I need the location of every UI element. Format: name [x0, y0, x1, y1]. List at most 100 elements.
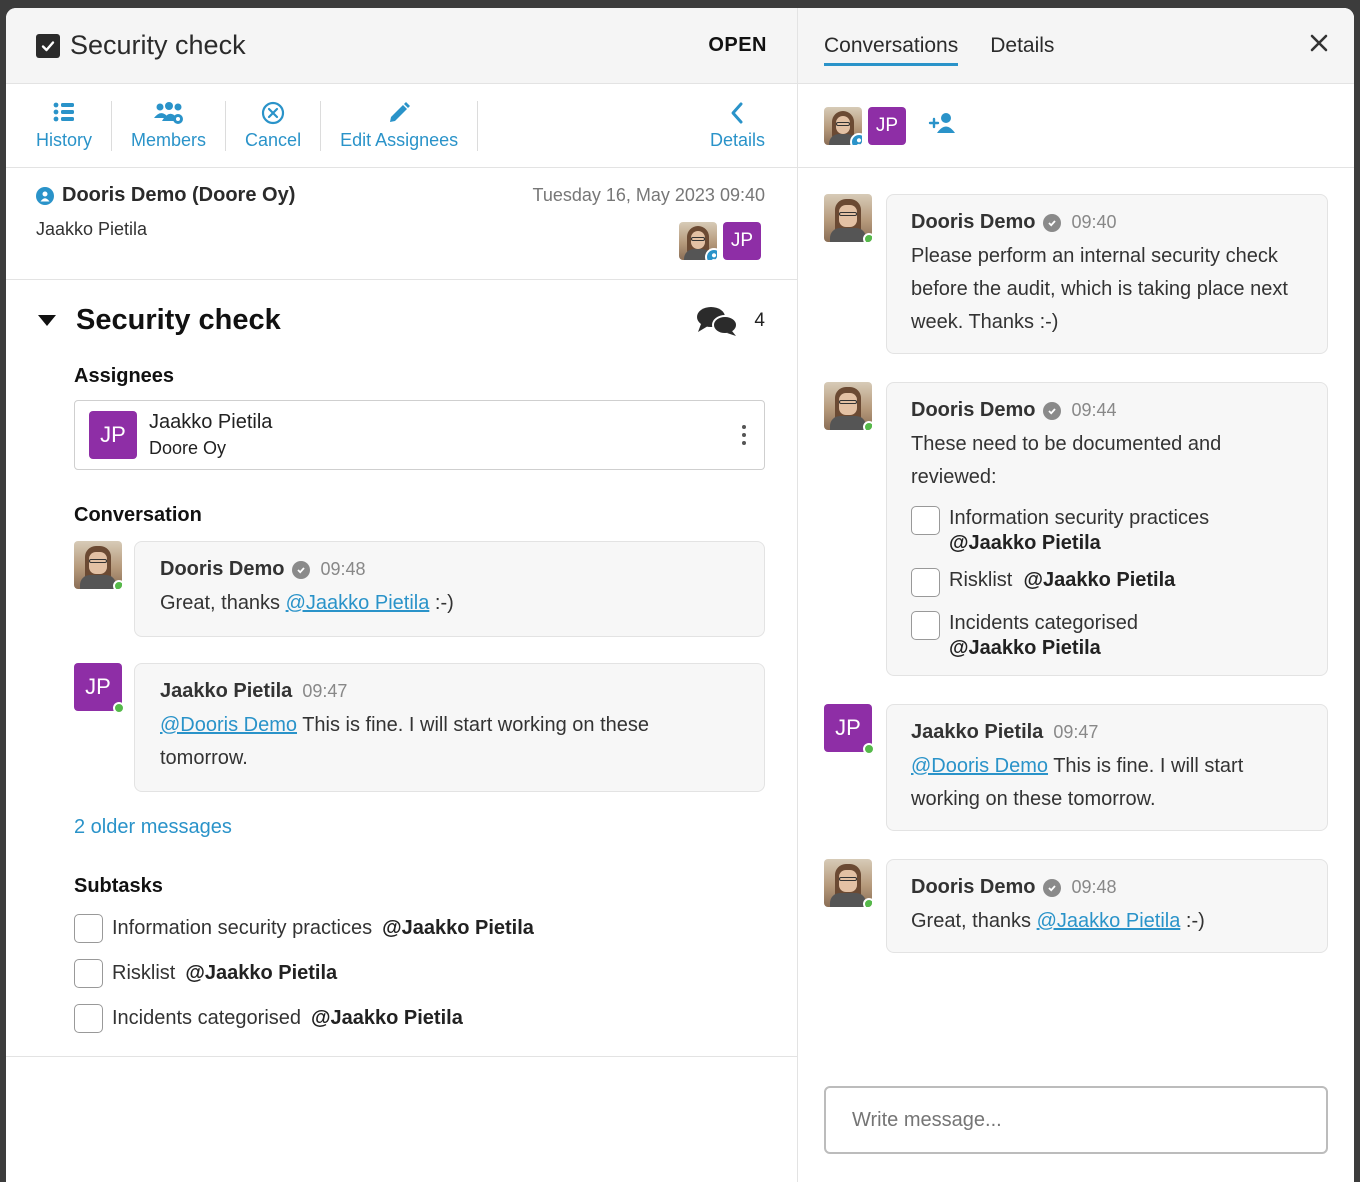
message-time: 09:47 — [1053, 722, 1099, 742]
more-options-icon[interactable] — [738, 421, 750, 449]
message-input[interactable] — [824, 1086, 1328, 1154]
mention-link[interactable]: @Jaakko Pietila — [286, 592, 430, 614]
subtask-mention: @Jaakko Pietila — [311, 1007, 463, 1029]
subtask-label: Risklist — [949, 569, 1013, 591]
comment-count: 4 — [754, 309, 765, 331]
subtask-item: Incidents categorised @Jaakko Pietila — [911, 611, 1303, 661]
subtask-checkbox[interactable] — [74, 914, 103, 943]
subtask-checkbox[interactable] — [911, 568, 940, 597]
task-title: Security check — [70, 30, 246, 60]
tab-conversations[interactable]: Conversations — [824, 28, 959, 66]
message-item: Dooris Demo 09:40 Please perform an inte… — [824, 194, 1328, 354]
avatar-jp[interactable]: JP — [74, 663, 125, 714]
members-label: Members — [131, 129, 207, 150]
message-bubble: Dooris Demo 09:40 Please perform an inte… — [886, 194, 1328, 354]
message-text: @Dooris Demo This is fine. I will start … — [160, 714, 650, 769]
user-role-icon — [705, 248, 717, 260]
collapse-caret-icon[interactable] — [38, 315, 56, 326]
conversation-header: Conversations Details — [798, 8, 1354, 84]
mention-link[interactable]: @Dooris Demo — [160, 714, 297, 736]
comments-icon — [697, 306, 739, 336]
message-text: @Dooris Demo This is fine. I will start … — [911, 755, 1244, 810]
conversation-members: JP — [798, 84, 1354, 168]
subtask-item: Information security practices @Jaakko Pi… — [911, 506, 1303, 556]
avatar-dooris[interactable] — [824, 194, 872, 242]
message-author: Dooris Demo — [911, 399, 1036, 421]
message-author: Dooris Demo — [911, 876, 1036, 898]
online-status-icon — [863, 898, 872, 907]
task-window: Security check OPEN History Members Canc… — [6, 8, 1354, 1182]
subtask-item: Risklist @Jaakko Pietila — [911, 568, 1303, 597]
status-badge: OPEN — [708, 34, 767, 56]
message-time: 09:47 — [302, 681, 348, 701]
message-time: 09:48 — [1071, 877, 1117, 897]
tab-details[interactable]: Details — [990, 28, 1054, 64]
mention-link[interactable]: @Dooris Demo — [911, 755, 1048, 777]
message-item: Dooris Demo 09:48 Great, thanks @Jaakko … — [74, 541, 765, 637]
message-item: JP Jaakko Pietila 09:47 @Dooris Demo Thi… — [824, 704, 1328, 831]
task-panel: Security check OPEN History Members Canc… — [6, 8, 798, 1182]
users-gear-icon — [153, 101, 183, 124]
avatar-jp[interactable]: JP — [824, 704, 875, 755]
older-messages-link[interactable]: 2 older messages — [74, 816, 765, 839]
edit-assignees-button[interactable]: Edit Assignees — [321, 100, 479, 151]
message-item: Dooris Demo 09:48 Great, thanks @Jaakko … — [824, 859, 1328, 953]
avatar-dooris[interactable] — [824, 382, 872, 430]
task-section-title: Security check — [76, 304, 281, 336]
message-bubble: Jaakko Pietila 09:47 @Dooris Demo This i… — [886, 704, 1328, 831]
subtask-label: Information security practices — [112, 917, 373, 939]
subtask-label: Incidents categorised — [112, 1007, 302, 1029]
subtask-item: Incidents categorised @Jaakko Pietila — [74, 1004, 765, 1033]
message-bubble: Jaakko Pietila 09:47 @Dooris Demo This i… — [134, 663, 765, 792]
participants-avatars: JP — [679, 222, 761, 260]
online-status-icon — [113, 580, 122, 589]
cancel-button[interactable]: Cancel — [226, 100, 322, 151]
avatar-jp[interactable]: JP — [868, 106, 906, 145]
message-author: Jaakko Pietila — [160, 680, 293, 702]
mention-link[interactable]: @Jaakko Pietila — [1037, 910, 1181, 932]
message-item: JP Jaakko Pietila 09:47 @Dooris Demo Thi… — [74, 663, 765, 792]
message-bubble: Dooris Demo 09:48 Great, thanks @Jaakko … — [134, 541, 765, 637]
divider — [6, 1056, 797, 1057]
chevron-left-icon — [731, 102, 743, 123]
verified-icon — [292, 560, 311, 579]
subtask-mention: @Jaakko Pietila — [185, 962, 338, 984]
subtask-mention: @Jaakko Pietila — [949, 637, 1101, 659]
message-text: These need to be documented and reviewed… — [911, 433, 1222, 488]
avatar-dooris[interactable] — [679, 222, 717, 260]
subtask-checkbox[interactable] — [74, 959, 103, 988]
message-time: 09:48 — [320, 559, 366, 579]
assignee-card-org: Doore Oy — [149, 438, 227, 458]
details-button[interactable]: Details — [691, 101, 797, 151]
assignee-card-name: Jaakko Pietila — [149, 411, 273, 433]
subtask-checkbox[interactable] — [911, 506, 940, 535]
subtask-label: Incidents categorised — [949, 612, 1139, 634]
online-status-icon — [863, 743, 875, 755]
add-user-icon[interactable] — [928, 112, 956, 139]
subtask-checkbox[interactable] — [74, 1004, 103, 1033]
comment-counter[interactable]: 4 — [696, 305, 765, 337]
online-status-icon — [863, 233, 872, 242]
assignees-heading: Assignees — [74, 365, 175, 387]
message-item: Dooris Demo 09:44 These need to be docum… — [824, 382, 1328, 676]
avatar-dooris[interactable] — [824, 106, 862, 145]
assignee-card[interactable]: JP Jaakko Pietila Doore Oy — [74, 400, 765, 470]
message-text: Please perform an internal security chec… — [911, 245, 1288, 333]
task-toolbar: History Members Cancel Edit Assignees De… — [6, 84, 797, 168]
avatar-dooris[interactable] — [824, 859, 872, 907]
avatar-dooris[interactable] — [74, 541, 122, 589]
message-bubble: Dooris Demo 09:48 Great, thanks @Jaakko … — [886, 859, 1328, 953]
history-button[interactable]: History — [6, 100, 113, 151]
cancel-circle-icon — [261, 101, 285, 124]
message-time: 09:40 — [1071, 212, 1117, 232]
subtask-checkbox[interactable] — [911, 611, 940, 640]
assignee-avatar: JP — [89, 411, 137, 459]
subtask-label: Risklist — [112, 962, 176, 984]
online-status-icon — [113, 702, 125, 714]
task-header: Security check OPEN — [6, 8, 797, 84]
message-text: Great, thanks @Jaakko Pietila :-) — [911, 910, 1205, 932]
close-icon[interactable] — [1310, 34, 1328, 57]
user-icon — [36, 186, 54, 205]
avatar-jp[interactable]: JP — [723, 222, 761, 260]
members-button[interactable]: Members — [112, 100, 227, 151]
